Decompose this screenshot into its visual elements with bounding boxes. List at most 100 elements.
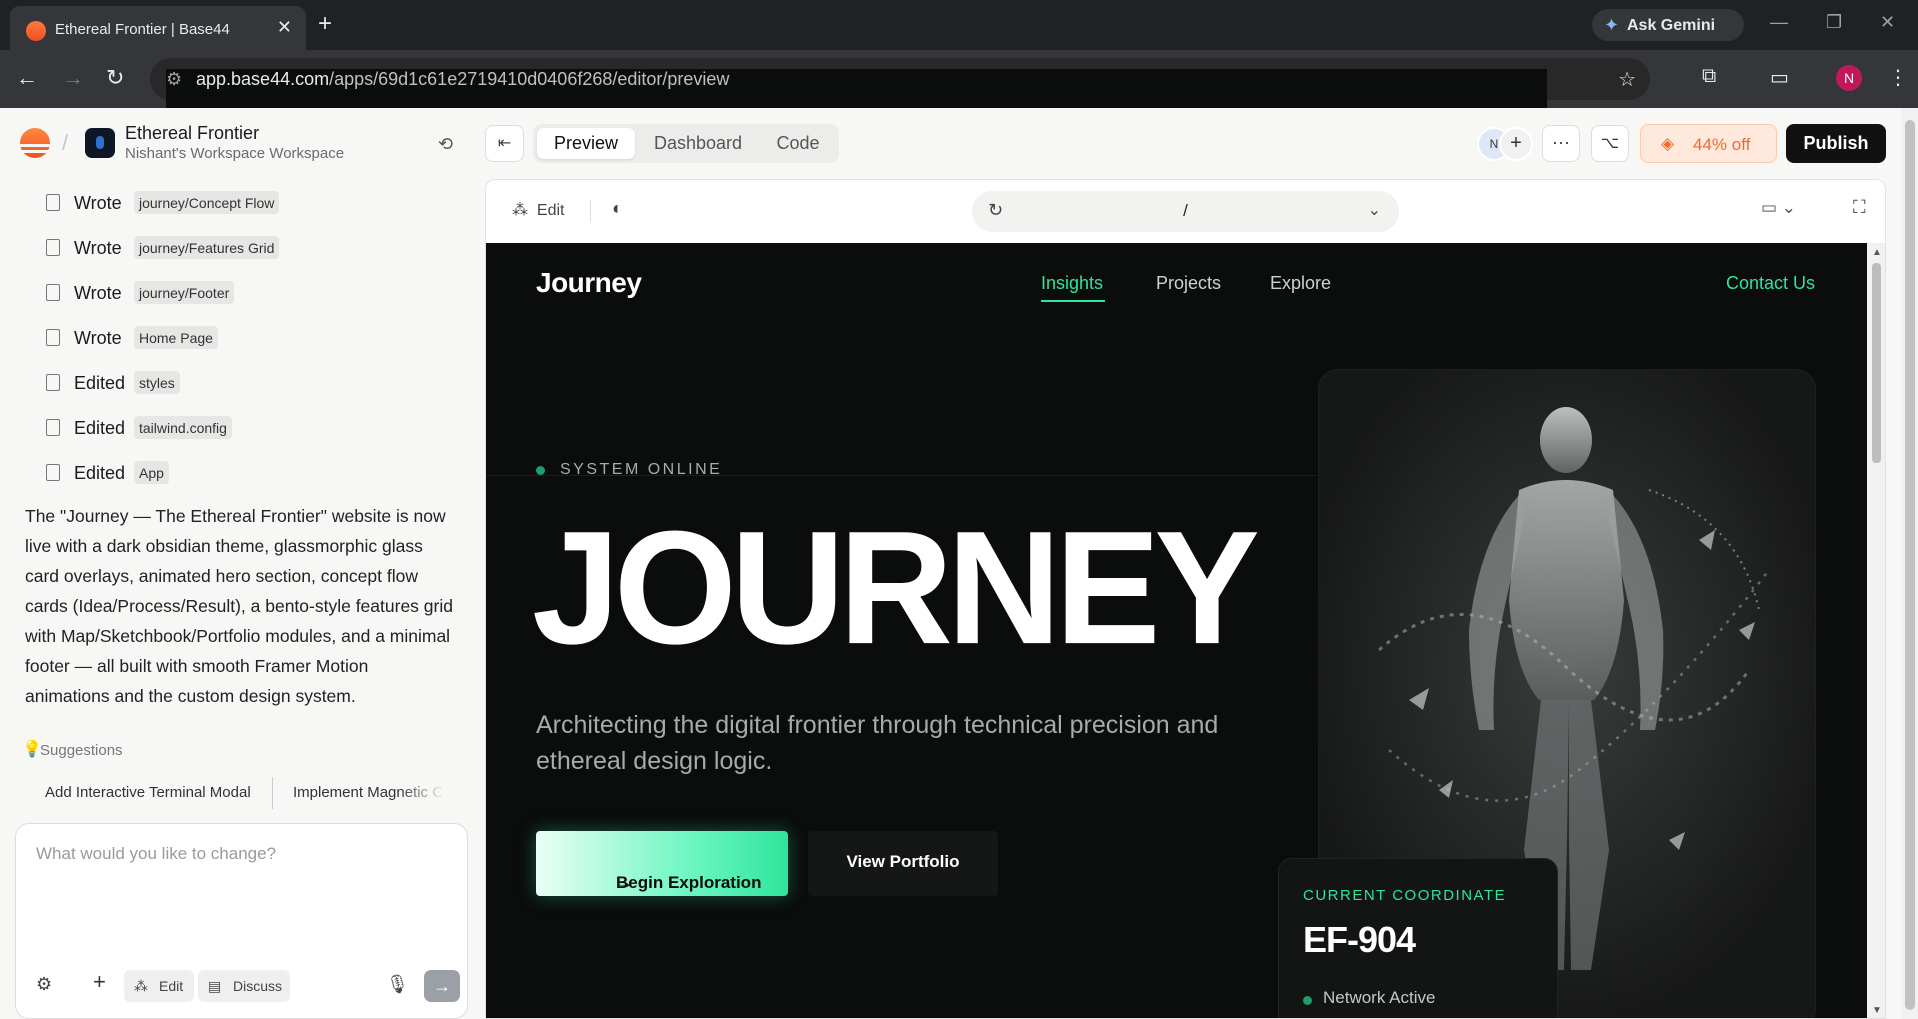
suggestions-label: Suggestions	[40, 742, 123, 759]
nav-explore[interactable]: Explore	[1270, 273, 1331, 294]
close-tab-icon[interactable]: ✕	[277, 17, 292, 38]
chevron-down-icon[interactable]: ⌄	[1368, 200, 1381, 220]
activity-verb: Wrote	[74, 193, 122, 213]
cta-primary-text: Begin Exploration	[616, 873, 762, 892]
cast-search-icon[interactable]: ▭	[1770, 65, 1789, 90]
preview-frame: ⁂ Edit ◐ / ↻ ⌄ ▭ ⌄ ⛶ Journey Insights Pr…	[485, 179, 1886, 1019]
file-chip[interactable]: journey/Footer	[134, 281, 235, 304]
base44-logo-icon[interactable]	[20, 128, 50, 158]
publish-button[interactable]: Publish	[1786, 124, 1886, 163]
app-scrollbar[interactable]	[1902, 108, 1918, 1019]
microphone-icon[interactable]: 🎙	[386, 974, 409, 995]
collaborators[interactable]: N +	[1477, 127, 1533, 161]
file-chip[interactable]: App	[134, 461, 169, 484]
route-path: /	[1183, 201, 1188, 220]
toolbar-divider	[590, 200, 591, 222]
file-chip[interactable]: Home Page	[134, 326, 218, 349]
extensions-icon[interactable]: ⧉	[1702, 65, 1716, 88]
browser-tab[interactable]: Ethereal Frontier | Base44 ✕	[10, 6, 306, 50]
activity-verb: Edited	[74, 373, 126, 393]
scroll-down-icon[interactable]: ▼	[1872, 1005, 1882, 1016]
status-dot	[536, 466, 545, 475]
route-selector[interactable]: / ↻ ⌄	[972, 191, 1399, 232]
file-icon	[46, 329, 60, 346]
add-attachment-icon[interactable]: +	[93, 969, 106, 995]
suggestion-divider	[272, 777, 273, 809]
app-area: / Ethereal Frontier Nishant's Workspace …	[0, 108, 1918, 1019]
browser-menu-icon[interactable]: ⋮	[1888, 65, 1908, 90]
lightbulb-icon: 💡	[22, 741, 42, 758]
system-status: SYSTEM ONLINE	[560, 461, 723, 478]
palette-icon[interactable]: ◐	[612, 198, 623, 219]
ask-gemini-button[interactable]: ✦ Ask Gemini	[1592, 9, 1744, 41]
file-chip[interactable]: journey/Concept Flow	[134, 191, 280, 214]
cursor-click-icon: ⁂	[134, 978, 148, 994]
fullscreen-icon[interactable]: ⛶	[1853, 197, 1866, 218]
tab-preview[interactable]: Preview	[537, 128, 635, 159]
tab-title: Ethereal Frontier | Base44	[55, 21, 230, 38]
history-icon[interactable]: ⟲	[438, 134, 453, 155]
file-icon	[46, 464, 60, 481]
coordinate-card: CURRENT COORDINATE EF-904 Network Active	[1278, 858, 1558, 1018]
file-icon	[46, 194, 60, 211]
github-icon[interactable]: ⌥	[1591, 125, 1629, 162]
nav-projects[interactable]: Projects	[1156, 273, 1221, 294]
tab-code[interactable]: Code	[761, 128, 835, 159]
chat-input[interactable]: What would you like to change?	[36, 844, 276, 864]
edit-mode-button[interactable]: ⁂ Edit	[124, 970, 194, 1002]
new-tab-icon[interactable]: +	[318, 11, 332, 37]
scroll-up-icon[interactable]: ▲	[1872, 247, 1882, 258]
file-chip[interactable]: journey/Features Grid	[134, 236, 280, 259]
arrow-right-icon: →	[616, 873, 633, 892]
window-close-icon[interactable]: ✕	[1880, 12, 1895, 33]
chat-bubble-icon: ▤	[208, 978, 222, 994]
discount-button[interactable]: ◈ 44% off	[1640, 124, 1777, 163]
device-selector[interactable]: ▭ ⌄	[1761, 198, 1796, 218]
chat-input-box[interactable]: What would you like to change? ⚙ + ⁂ Edi…	[15, 823, 468, 1019]
contact-link[interactable]: Contact Us	[1726, 273, 1815, 294]
base44-favicon-icon	[26, 21, 46, 41]
visual-edit-button[interactable]: ⁂ Edit	[512, 200, 564, 220]
more-options-icon[interactable]: ···	[1542, 125, 1580, 162]
browser-tab-bar: Ethereal Frontier | Base44 ✕ + ✦ Ask Gem…	[0, 0, 1918, 50]
send-button[interactable]: →	[424, 970, 460, 1002]
suggestion-chip[interactable]: Implement Magnetic Cursor	[293, 784, 445, 801]
ask-gemini-label: Ask Gemini	[1627, 17, 1716, 34]
network-status: Network Active	[1323, 988, 1436, 1007]
settings-gear-icon[interactable]: ⚙	[36, 974, 52, 995]
restore-icon[interactable]: ❐	[1826, 12, 1842, 33]
reload-icon[interactable]: ↻	[106, 66, 124, 90]
profile-avatar[interactable]: N	[1836, 65, 1862, 91]
site-logo[interactable]: Journey	[536, 267, 642, 299]
scrollbar-thumb[interactable]	[1872, 263, 1881, 463]
address-bar[interactable]: ⚙ app.base44.com/apps/69d1c61e2719410d04…	[150, 58, 1650, 846]
cta-secondary-text: View Portfolio	[846, 852, 960, 871]
invite-plus-icon[interactable]: +	[1499, 127, 1533, 161]
file-chip[interactable]: tailwind.config	[134, 416, 232, 439]
bookmark-star-icon[interactable]: ☆	[1618, 67, 1636, 92]
discuss-mode-label: Discuss	[233, 978, 283, 994]
discuss-mode-button[interactable]: ▤ Discuss	[198, 970, 290, 1002]
preview-scrollbar[interactable]: ▲ ▼	[1867, 243, 1885, 1018]
activity-verb: Wrote	[74, 328, 122, 348]
coordinate-value: EF-904	[1303, 919, 1416, 960]
view-portfolio-button[interactable]: View Portfolio	[808, 831, 998, 896]
forward-arrow-icon[interactable]: →	[62, 66, 84, 90]
minimize-icon[interactable]: —	[1770, 12, 1788, 33]
coordinate-label: CURRENT COORDINATE	[1303, 887, 1507, 904]
tab-dashboard[interactable]: Dashboard	[639, 128, 757, 159]
collapse-panel-icon[interactable]: ⇤	[485, 125, 524, 162]
project-name[interactable]: Ethereal Frontier	[125, 123, 259, 144]
activity-verb: Edited	[74, 418, 126, 438]
activity-verb: Wrote	[74, 283, 122, 303]
begin-exploration-button[interactable]: Begin Exploration →	[536, 831, 788, 896]
back-arrow-icon[interactable]: ←	[16, 66, 38, 90]
refresh-icon[interactable]: ↻	[988, 200, 1003, 221]
activity-verb: Wrote	[74, 238, 122, 258]
file-chip[interactable]: styles	[134, 371, 180, 394]
url-text: app.base44.com/apps/69d1c61e2719410d0406…	[196, 69, 729, 90]
suggestion-chip[interactable]: Add Interactive Terminal Modal	[45, 784, 251, 801]
app-scrollbar-thumb[interactable]	[1905, 120, 1915, 1010]
nav-insights[interactable]: Insights	[1041, 273, 1103, 294]
cursor-click-icon: ⁂	[512, 202, 528, 219]
